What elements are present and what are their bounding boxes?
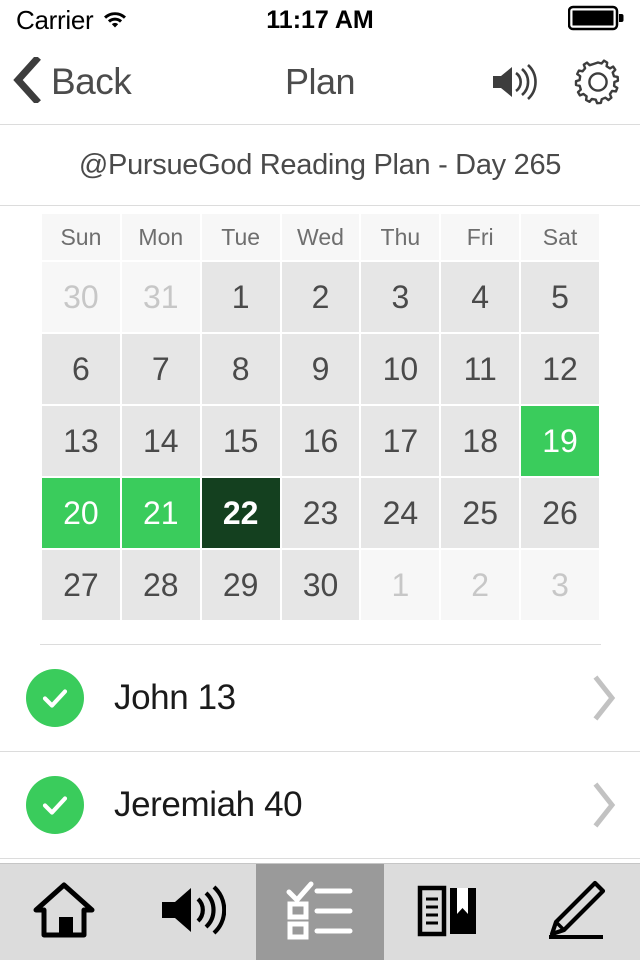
plan-header-title: @PursueGod Reading Plan - Day 265 bbox=[78, 148, 562, 181]
navigation-bar: Back Plan bbox=[0, 40, 640, 125]
calendar-day-19[interactable]: 19 bbox=[521, 406, 599, 476]
calendar-day-9[interactable]: 9 bbox=[281, 334, 360, 404]
calendar-day-1[interactable]: 1 bbox=[201, 262, 280, 332]
reading-list: John 13 Jeremiah 40 bbox=[0, 645, 640, 859]
calendar-day-31-adjacent: 31 bbox=[121, 262, 200, 332]
home-icon bbox=[33, 881, 95, 944]
tab-home[interactable] bbox=[0, 864, 128, 960]
calendar-weekday-sun: Sun bbox=[42, 214, 120, 260]
tab-plan[interactable] bbox=[256, 864, 384, 960]
tab-bar bbox=[0, 863, 640, 960]
calendar-day-15[interactable]: 15 bbox=[201, 406, 280, 476]
calendar-day-20[interactable]: 20 bbox=[42, 478, 120, 548]
calendar-day-7[interactable]: 7 bbox=[121, 334, 200, 404]
reading-list-item-label: Jeremiah 40 bbox=[114, 785, 303, 824]
calendar-day-14[interactable]: 14 bbox=[121, 406, 200, 476]
calendar-day-1-adjacent: 1 bbox=[361, 550, 440, 620]
calendar-week-row: 30 31 1 2 3 4 5 bbox=[42, 262, 599, 332]
calendar-day-16[interactable]: 16 bbox=[281, 406, 360, 476]
calendar-day-25[interactable]: 25 bbox=[441, 478, 520, 548]
speaker-icon bbox=[158, 883, 227, 942]
chevron-right-icon bbox=[592, 675, 618, 721]
calendar-day-24[interactable]: 24 bbox=[361, 478, 440, 548]
navigation-actions bbox=[490, 58, 622, 106]
calendar-week-row: 27 28 29 30 1 2 3 bbox=[42, 550, 599, 620]
status-bar-left: Carrier bbox=[16, 5, 128, 36]
calendar-day-4[interactable]: 4 bbox=[441, 262, 520, 332]
calendar-day-28[interactable]: 28 bbox=[121, 550, 200, 620]
calendar-day-26[interactable]: 26 bbox=[521, 478, 599, 548]
tab-bible[interactable] bbox=[384, 864, 512, 960]
reading-list-item[interactable]: John 13 bbox=[0, 645, 640, 752]
plan-header: @PursueGod Reading Plan - Day 265 bbox=[0, 125, 640, 206]
check-circle-icon[interactable] bbox=[26, 776, 84, 834]
reading-list-item[interactable]: Jeremiah 40 bbox=[0, 752, 640, 859]
tab-notes[interactable] bbox=[512, 864, 640, 960]
calendar-weekday-mon: Mon bbox=[121, 214, 200, 260]
chevron-left-icon bbox=[12, 54, 42, 108]
reading-list-item-label: John 13 bbox=[114, 678, 236, 717]
calendar-day-29[interactable]: 29 bbox=[201, 550, 280, 620]
calendar-grid: Sun Mon Tue Wed Thu Fri Sat 30 31 1 2 3 4 5 6 7 8 9 10 11 1… bbox=[40, 212, 601, 622]
gear-icon[interactable] bbox=[574, 58, 622, 106]
status-bar-right bbox=[567, 5, 624, 36]
carrier-label: Carrier bbox=[16, 4, 94, 35]
calendar-weekday-fri: Fri bbox=[441, 214, 520, 260]
calendar-day-30-adjacent: 30 bbox=[42, 262, 120, 332]
book-icon bbox=[416, 881, 480, 944]
calendar-weekday-sat: Sat bbox=[521, 214, 599, 260]
calendar-day-21[interactable]: 21 bbox=[121, 478, 200, 548]
calendar-weekday-header: Sun Mon Tue Wed Thu Fri Sat bbox=[42, 214, 599, 260]
status-bar: Carrier 11:17 AM bbox=[0, 0, 640, 40]
back-button-label: Back bbox=[51, 61, 132, 102]
calendar-week-row: 6 7 8 9 10 11 12 bbox=[42, 334, 599, 404]
calendar-day-2[interactable]: 2 bbox=[281, 262, 360, 332]
checklist-icon bbox=[286, 880, 354, 945]
calendar-day-5[interactable]: 5 bbox=[521, 262, 599, 332]
calendar-day-2-adjacent: 2 bbox=[441, 550, 520, 620]
calendar-day-6[interactable]: 6 bbox=[42, 334, 120, 404]
wifi-icon bbox=[102, 8, 128, 33]
calendar-day-10[interactable]: 10 bbox=[361, 334, 440, 404]
battery-full-icon bbox=[567, 5, 624, 36]
speaker-icon[interactable] bbox=[490, 63, 540, 101]
calendar-day-11[interactable]: 11 bbox=[441, 334, 520, 404]
calendar-day-27[interactable]: 27 bbox=[42, 550, 120, 620]
calendar-week-row: 13 14 15 16 17 18 19 bbox=[42, 406, 599, 476]
pencil-icon bbox=[545, 880, 607, 945]
chevron-right-icon bbox=[592, 782, 618, 828]
calendar-weekday-wed: Wed bbox=[281, 214, 360, 260]
calendar-day-30[interactable]: 30 bbox=[281, 550, 360, 620]
calendar-day-18[interactable]: 18 bbox=[441, 406, 520, 476]
calendar-day-3-adjacent: 3 bbox=[521, 550, 599, 620]
calendar-week-row: 20 21 22 23 24 25 26 bbox=[42, 478, 599, 548]
calendar-day-8[interactable]: 8 bbox=[201, 334, 280, 404]
calendar-weekday-tue: Tue bbox=[201, 214, 280, 260]
calendar-day-23[interactable]: 23 bbox=[281, 478, 360, 548]
check-circle-icon[interactable] bbox=[26, 669, 84, 727]
calendar-day-22[interactable]: 22 bbox=[201, 478, 280, 548]
calendar-day-13[interactable]: 13 bbox=[42, 406, 120, 476]
calendar-day-17[interactable]: 17 bbox=[361, 406, 440, 476]
calendar-day-12[interactable]: 12 bbox=[521, 334, 599, 404]
calendar: Sun Mon Tue Wed Thu Fri Sat 30 31 1 2 3 4 5 6 7 8 9 10 11 1… bbox=[0, 206, 640, 645]
calendar-weekday-thu: Thu bbox=[361, 214, 440, 260]
calendar-day-3[interactable]: 3 bbox=[361, 262, 440, 332]
back-button[interactable]: Back bbox=[12, 54, 132, 108]
tab-audio[interactable] bbox=[128, 864, 256, 960]
